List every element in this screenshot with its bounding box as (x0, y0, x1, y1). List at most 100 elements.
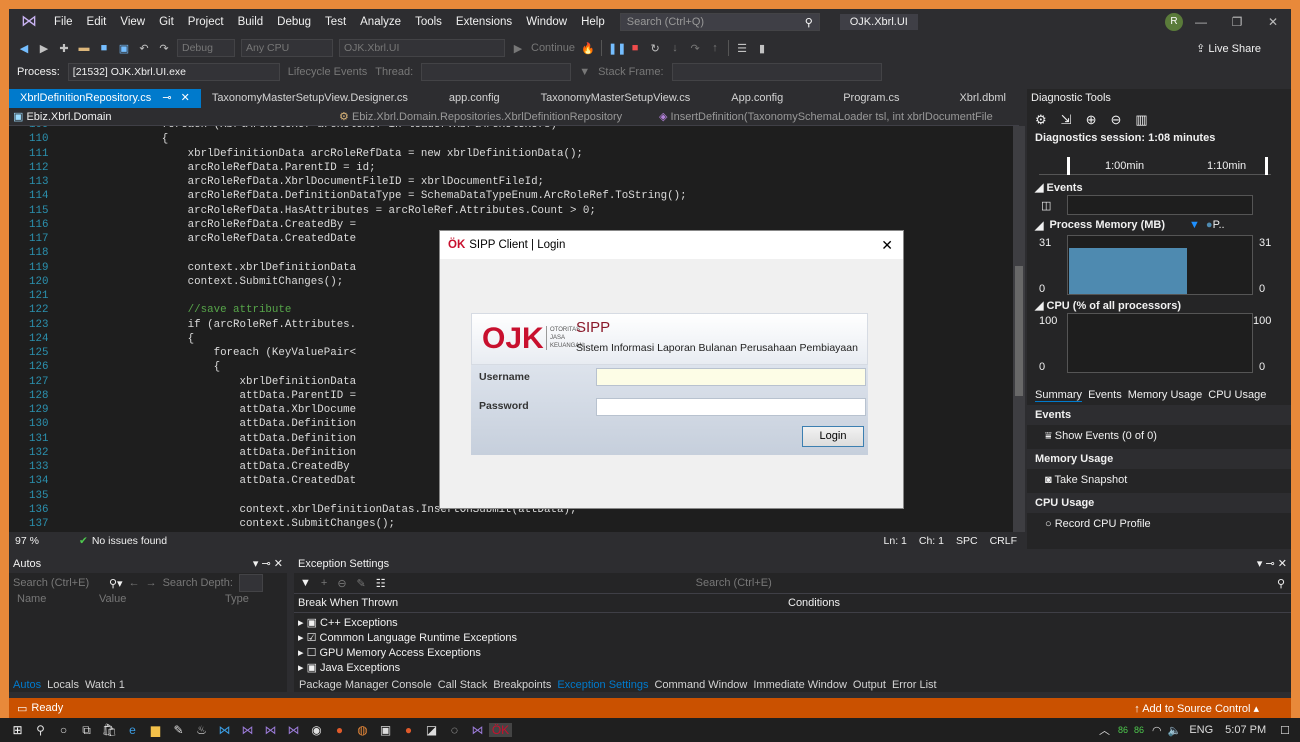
app-icon-5[interactable]: ● (397, 723, 420, 737)
username-field[interactable] (596, 368, 866, 386)
menu-debug[interactable]: Debug (270, 16, 318, 28)
chrome-icon[interactable]: ◉ (305, 723, 328, 737)
reset-view-icon[interactable]: ▥ (1135, 112, 1147, 128)
col-break-when-thrown[interactable]: Break When Thrown (298, 597, 788, 609)
stack-frame-select[interactable] (671, 63, 882, 81)
checkbox-icon[interactable]: ▣ (307, 617, 320, 629)
expand-icon[interactable]: ▸ (298, 662, 307, 674)
windows-start-icon[interactable]: ⊞ (6, 723, 29, 737)
timeline-handle-left[interactable] (1067, 157, 1070, 175)
tab-program[interactable]: Program.cs (813, 89, 929, 108)
menu-analyze[interactable]: Analyze (353, 16, 408, 28)
process-select[interactable]: [21532] OJK.Xbrl.UI.exe (67, 63, 280, 81)
menu-view[interactable]: View (113, 16, 152, 28)
code-line[interactable]: 110 { (9, 132, 1013, 147)
menu-edit[interactable]: Edit (80, 16, 114, 28)
vscode-icon[interactable]: ⋈ (213, 723, 236, 737)
close-icon[interactable]: ✕ (881, 237, 893, 254)
code-line[interactable]: 112 arcRoleRefData.ParentID = id; (9, 161, 1013, 176)
expand-icon[interactable]: ▸ (298, 617, 307, 629)
code-line[interactable]: 137 context.SubmitChanges(); (9, 517, 1013, 532)
tab-taxonomy-view[interactable]: TaxonomyMasterSetupView.cs (530, 89, 702, 108)
password-field[interactable] (596, 398, 866, 416)
menu-git[interactable]: Git (152, 16, 181, 28)
back-icon[interactable]: ◀ (17, 42, 31, 55)
col-value[interactable]: Value (99, 593, 225, 609)
app-icon-1[interactable]: ✎ (167, 723, 190, 737)
menu-build[interactable]: Build (231, 16, 271, 28)
expand-icon[interactable]: ▸ (298, 647, 307, 659)
platform-select[interactable]: Any CPU (241, 39, 333, 57)
continue-button[interactable]: Continue (531, 42, 575, 54)
filter-icon[interactable]: ▼ (579, 66, 590, 78)
menu-project[interactable]: Project (181, 16, 231, 28)
exception-row[interactable]: ▸ ▣ C++ Exceptions (294, 616, 1291, 631)
tab-command-window[interactable]: Command Window (654, 679, 747, 693)
tab-breakpoints[interactable]: Breakpoints (493, 679, 551, 693)
tab-cpu-usage[interactable]: CPU Usage (1208, 389, 1266, 401)
autos-search-input[interactable]: Search (Ctrl+E) (13, 577, 103, 589)
memory-graph[interactable] (1067, 235, 1253, 295)
filter-icon[interactable]: ▼ (300, 577, 311, 589)
volume-icon[interactable]: 🔈 (1168, 724, 1182, 737)
lifecycle-events-label[interactable]: Lifecycle Events (288, 66, 367, 78)
tab-events[interactable]: Events (1088, 389, 1122, 401)
play-icon[interactable]: ▶ (511, 42, 525, 55)
add-icon[interactable]: + (321, 577, 327, 589)
tray-chevron-icon[interactable]: ︿ (1099, 722, 1110, 738)
tab-output[interactable]: Output (853, 679, 886, 693)
tab-taxonomy-designer[interactable]: TaxonomyMasterSetupView.Designer.cs (201, 89, 419, 108)
app-icon-2[interactable]: ♨ (190, 723, 213, 737)
menu-window[interactable]: Window (519, 16, 574, 28)
col-type[interactable]: Type (225, 593, 249, 609)
menu-file[interactable]: File (47, 16, 80, 28)
step-into-icon[interactable]: ↓ (668, 42, 682, 54)
autos-window-controls[interactable]: ▾ ⊸ ✕ (253, 555, 283, 573)
global-search-input[interactable]: Search (Ctrl+Q) ⚲ (619, 13, 820, 31)
tab-call-stack[interactable]: Call Stack (438, 679, 488, 693)
back-icon[interactable]: ← (129, 577, 140, 589)
tab-summary[interactable]: Summary (1035, 389, 1083, 402)
restore-icon[interactable]: ❐ (1219, 15, 1255, 29)
zoom-in-icon[interactable]: ⊕ (1086, 112, 1097, 128)
collapse-icon[interactable]: ◢ (1035, 300, 1047, 312)
save-icon[interactable]: ■ (97, 42, 111, 54)
collapse-icon[interactable]: ◢ (1035, 182, 1047, 194)
login-button[interactable]: Login (802, 426, 864, 447)
stop-icon[interactable]: ■ (628, 42, 642, 54)
export-icon[interactable]: ⇲ (1061, 112, 1072, 128)
close-window-icon[interactable]: ✕ (1255, 15, 1291, 29)
code-line[interactable]: 113 arcRoleRefData.XbrlDocumentFileID = … (9, 175, 1013, 190)
clock[interactable]: 5:07 PM (1225, 724, 1266, 736)
wifi-icon[interactable]: ◠ (1152, 724, 1162, 737)
tab-xbrl-definition-repository[interactable]: XbrlDefinitionRepository.cs ⊸ ✕ (9, 89, 201, 108)
project-dropdown[interactable]: ▣ Ebiz.Xbrl.Domain (9, 110, 329, 123)
redo-icon[interactable]: ↷ (157, 42, 171, 55)
pin-icon[interactable]: ⊸ (162, 92, 171, 104)
app-icon-6[interactable]: ◪ (420, 723, 443, 737)
tab-exception-settings[interactable]: Exception Settings (557, 679, 648, 693)
tab-memory-usage[interactable]: Memory Usage (1128, 389, 1203, 401)
exception-row[interactable]: ▸ ☑ Common Language Runtime Exceptions (294, 631, 1291, 646)
task-view-icon[interactable]: ⧉ (75, 723, 98, 738)
visual-studio-icon-1[interactable]: ⋈ (236, 723, 259, 737)
search-depth-select[interactable] (238, 574, 263, 592)
code-line[interactable]: 114 arcRoleRefData.DefinitionDataType = … (9, 189, 1013, 204)
remove-icon[interactable]: ⊖ (337, 577, 346, 590)
tab-autos[interactable]: Autos (13, 679, 41, 693)
col-conditions[interactable]: Conditions (788, 597, 840, 609)
search-icon[interactable]: ⚲▾ (109, 577, 123, 590)
tab-app-config-lower[interactable]: app.config (419, 89, 530, 108)
scroll-thumb[interactable] (1015, 266, 1023, 396)
menu-tools[interactable]: Tools (408, 16, 449, 28)
visual-studio-icon-4[interactable]: ⋈ (466, 723, 489, 737)
new-project-icon[interactable]: ✚ (57, 42, 71, 55)
tab-xbrl-dbml[interactable]: Xbrl.dbml (929, 89, 1035, 108)
cortana-icon[interactable]: ○ (52, 723, 75, 737)
settings-icon[interactable]: ⚙ (1035, 112, 1047, 128)
tab-locals[interactable]: Locals (47, 679, 79, 693)
zoom-out-icon[interactable]: ⊖ (1110, 112, 1121, 128)
checkbox-icon[interactable]: ▣ (307, 662, 320, 674)
avatar[interactable]: R (1165, 13, 1183, 31)
visual-studio-icon-2[interactable]: ⋈ (259, 723, 282, 737)
